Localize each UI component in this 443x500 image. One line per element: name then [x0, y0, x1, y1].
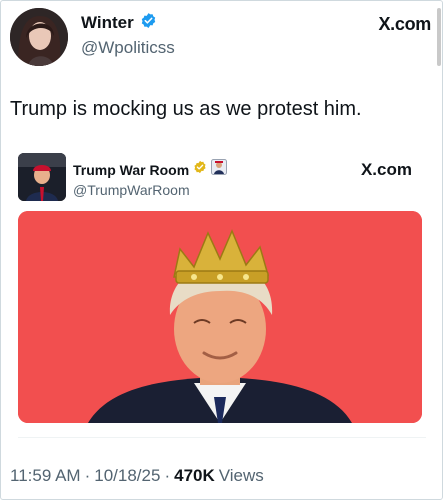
- views-count[interactable]: 470K: [174, 466, 215, 486]
- verified-badge-icon: [140, 12, 157, 34]
- tweet-header: Winter @Wpoliticss X.com: [10, 8, 435, 66]
- quoted-x-com-link[interactable]: X.com: [361, 160, 412, 180]
- quoted-handle[interactable]: @TrumpWarRoom: [73, 182, 190, 198]
- quoted-avatar[interactable]: [18, 153, 66, 201]
- views-label: Views: [218, 466, 264, 485]
- tweet-time[interactable]: 11:59 AM: [10, 466, 81, 486]
- quoted-tweet[interactable]: Trump War Room @TrumpWarRoom X.com: [18, 150, 426, 440]
- quoted-avatar-image: [18, 153, 66, 201]
- avatar-image: [10, 8, 68, 66]
- quoted-display-name[interactable]: Trump War Room: [73, 162, 189, 178]
- scrollbar[interactable]: [437, 8, 441, 66]
- author-handle[interactable]: @Wpoliticss: [81, 38, 175, 58]
- trump-with-crown-image: [18, 211, 422, 423]
- tweet-date[interactable]: 10/18/25: [94, 466, 160, 486]
- divider: [18, 437, 426, 438]
- meta-separator: ·: [164, 466, 171, 485]
- tweet-meta: 11:59 AM · 10/18/25 · 470K Views: [10, 466, 264, 486]
- tweet-text: Trump is mocking us as we protest him.: [10, 98, 362, 120]
- author-display-name[interactable]: Winter: [81, 13, 134, 33]
- x-com-link[interactable]: X.com: [378, 14, 431, 35]
- affiliate-badge-icon[interactable]: [211, 159, 228, 180]
- quoted-image[interactable]: [18, 211, 422, 423]
- meta-separator: ·: [84, 466, 91, 485]
- verified-gold-badge-icon: [193, 160, 207, 179]
- quoted-name-row: Trump War Room: [73, 159, 228, 180]
- avatar[interactable]: [10, 8, 68, 66]
- author-name-row: Winter: [81, 12, 157, 34]
